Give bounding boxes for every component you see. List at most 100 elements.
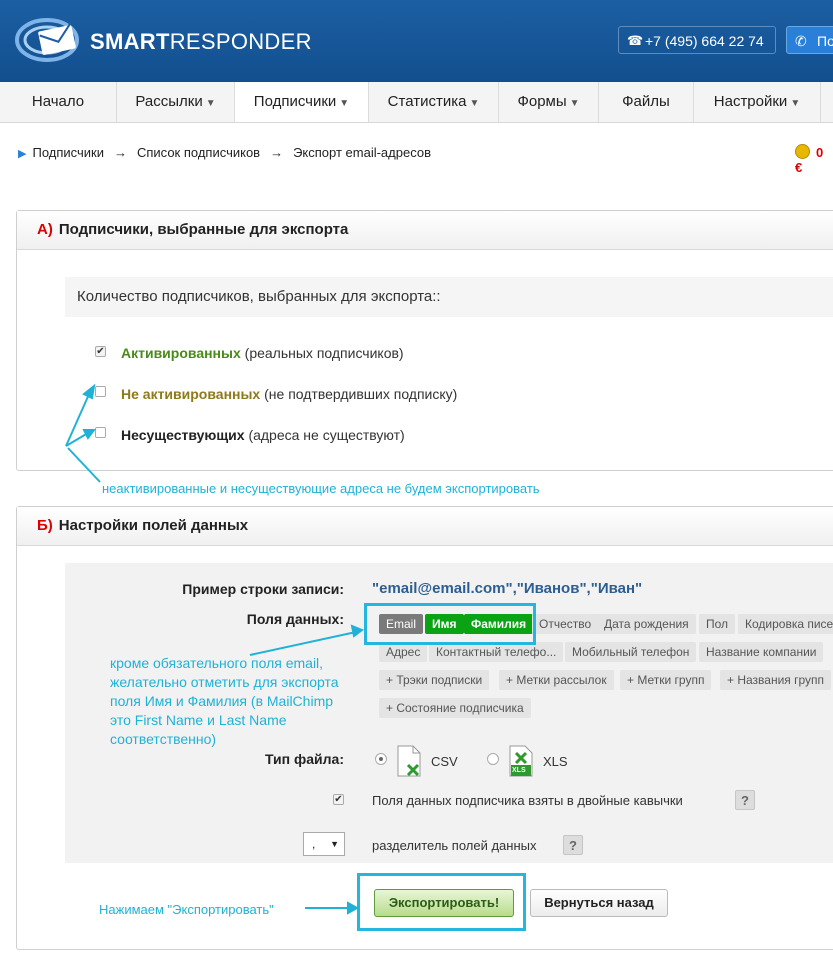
field-tag[interactable]: Дата рождения <box>597 614 696 634</box>
nav-item-label: Статистика <box>387 93 467 110</box>
separator-label: разделитель полей данных <box>372 838 537 853</box>
panel-title: Б) Настройки полей данных <box>17 507 833 546</box>
field-tag[interactable]: Пол <box>699 614 736 634</box>
section-title: Подписчики, выбранные для экспорта <box>58 221 349 238</box>
panel-title: А) Подписчики, выбранные для экспорта <box>17 211 833 250</box>
nav-item-settings[interactable]: Настройки ▼ <box>694 82 821 122</box>
field-tag[interactable]: Адрес <box>379 642 428 662</box>
option-bold: Несуществующих <box>121 427 245 443</box>
highlight-selected-fields <box>364 603 536 645</box>
nav-item-label: Настройки <box>713 93 788 110</box>
annotation-line: желательно отметить для экспорта <box>110 674 339 690</box>
option-bold: Активированных <box>121 345 241 361</box>
csv-file-icon <box>397 745 421 777</box>
annotation-export: Нажимаем "Экспортировать" <box>99 902 274 917</box>
phone-button[interactable]: ☎ +7 (495) 664 22 74 <box>618 26 776 54</box>
xls-icon-text: XLS <box>512 767 526 774</box>
xls-radio[interactable] <box>487 753 499 765</box>
nav-item-label: Файлы <box>622 93 670 110</box>
fields-label: Поля данных: <box>246 611 344 627</box>
separator-select[interactable]: , ▼ <box>303 832 345 856</box>
nav-item-files[interactable]: Файлы <box>599 82 694 122</box>
annotation-line: это First Name и Last Name <box>110 712 287 728</box>
highlight-export-button <box>357 873 526 931</box>
logo-text[interactable]: SMARTRESPONDER <box>90 29 312 55</box>
nav-item-label: Начало <box>31 93 85 110</box>
nav-item-start[interactable]: Начало <box>0 82 117 122</box>
quotes-label: Поля данных подписчика взяты в двойные к… <box>372 793 683 808</box>
separator-value: , <box>312 837 316 851</box>
nav-item-label: Формы <box>517 93 567 110</box>
logo-icon[interactable] <box>14 12 84 68</box>
breadcrumb-separator: → <box>113 145 127 160</box>
example-label: Пример строки записи: <box>182 581 344 597</box>
caret-down-icon: ▼ <box>205 98 216 109</box>
breadcrumb-arrow-icon: ▶ <box>18 148 27 160</box>
extra-field-tag[interactable]: + Названия групп <box>720 670 832 690</box>
extra-field-tag[interactable]: + Состояние подписчика <box>379 698 531 718</box>
phone-icon: ☎ <box>627 33 644 48</box>
annotation-inactive: неактивированные и несуществующие адреса… <box>102 481 540 496</box>
field-tag[interactable]: Отчество <box>532 614 599 634</box>
annotation-fields: кроме обязательного поля email, желатель… <box>110 654 339 749</box>
balance[interactable]: 0 € <box>795 144 833 175</box>
panel-selected-subscribers: А) Подписчики, выбранные для экспорта Кол… <box>16 210 833 471</box>
option-bold: Не активированных <box>121 386 261 402</box>
quotes-checkbox[interactable]: ✔ <box>333 794 344 805</box>
nav-item-label: Рассылки <box>135 93 203 110</box>
option-note: (не подтвердивших подписку) <box>264 386 458 402</box>
section-letter: А) <box>37 221 53 238</box>
callback-button[interactable]: ✆ По <box>786 26 833 54</box>
main-nav: Начало Рассылки ▼ Подписчики ▼ Статистика ▼… <box>0 82 833 123</box>
nav-item-statistics[interactable]: Статистика ▼ <box>369 82 499 122</box>
section-title: Настройки полей данных <box>58 517 249 534</box>
caret-down-icon: ▼ <box>469 98 480 109</box>
phone-number: +7 (495) 664 22 74 <box>645 33 764 49</box>
nav-item-mailings[interactable]: Рассылки ▼ <box>117 82 235 122</box>
breadcrumb-link[interactable]: Подписчики <box>32 145 104 160</box>
callback-icon: ✆ <box>795 33 807 49</box>
file-type-label: Тип файла: <box>265 751 344 767</box>
subscriber-count-label: Количество подписчиков, выбранных для эк… <box>65 277 833 317</box>
field-tag[interactable]: Кодировка писем <box>738 614 833 634</box>
extra-field-tag[interactable]: + Трэки подписки <box>379 670 490 690</box>
field-tag[interactable]: Название компании <box>699 642 824 662</box>
extra-field-tag[interactable]: + Метки рассылок <box>499 670 614 690</box>
option-nonexistent: Несуществующих (адреса не существуют) <box>121 427 405 443</box>
coins-icon <box>795 144 810 159</box>
nonexistent-checkbox[interactable] <box>95 427 106 438</box>
field-tag[interactable]: Мобильный телефон <box>565 642 697 662</box>
nav-item-forms[interactable]: Формы ▼ <box>499 82 599 122</box>
site-header: SMARTRESPONDER ☎ +7 (495) 664 22 74 ✆ По <box>0 0 833 82</box>
annotation-line: поля Имя и Фамилия (в MailChimp <box>110 693 334 709</box>
xls-file-icon: XLS <box>508 745 534 777</box>
annotation-line: кроме обязательного поля email, <box>110 655 324 671</box>
field-tag[interactable]: Контактный телефо... <box>429 642 564 662</box>
caret-down-icon: ▼ <box>790 98 801 109</box>
extra-field-tag[interactable]: + Метки групп <box>620 670 712 690</box>
nav-item-subscribers[interactable]: Подписчики ▼ <box>235 82 369 122</box>
caret-down-icon: ▼ <box>569 98 580 109</box>
help-icon[interactable]: ? <box>735 790 755 810</box>
option-not-activated: Не активированных (не подтвердивших подп… <box>121 386 457 402</box>
option-note: (реальных подписчиков) <box>244 345 404 361</box>
annotation-line: соответственно) <box>110 731 217 747</box>
breadcrumb-current: Экспорт email-адресов <box>293 145 431 160</box>
section-letter: Б) <box>37 517 53 534</box>
example-value: "email@email.com","Иванов","Иван" <box>372 580 643 597</box>
breadcrumb-link[interactable]: Список подписчиков <box>137 145 260 160</box>
xls-label: XLS <box>543 754 568 769</box>
caret-down-icon: ▼ <box>339 98 350 109</box>
dropdown-arrow-icon: ▼ <box>330 839 339 849</box>
activated-checkbox[interactable]: ✔ <box>95 346 106 357</box>
csv-radio[interactable] <box>375 753 387 765</box>
back-button[interactable]: Вернуться назад <box>530 889 668 917</box>
callback-label: По <box>817 33 833 49</box>
nav-item-label: Подписчики <box>253 93 337 110</box>
option-activated: Активированных (реальных подписчиков) <box>121 345 404 361</box>
logo-text-rest: RESPONDER <box>169 29 312 54</box>
help-icon[interactable]: ? <box>563 835 583 855</box>
logo-text-bold: SMART <box>90 29 170 54</box>
not-activated-checkbox[interactable] <box>95 386 106 397</box>
breadcrumb-separator: → <box>270 145 284 160</box>
